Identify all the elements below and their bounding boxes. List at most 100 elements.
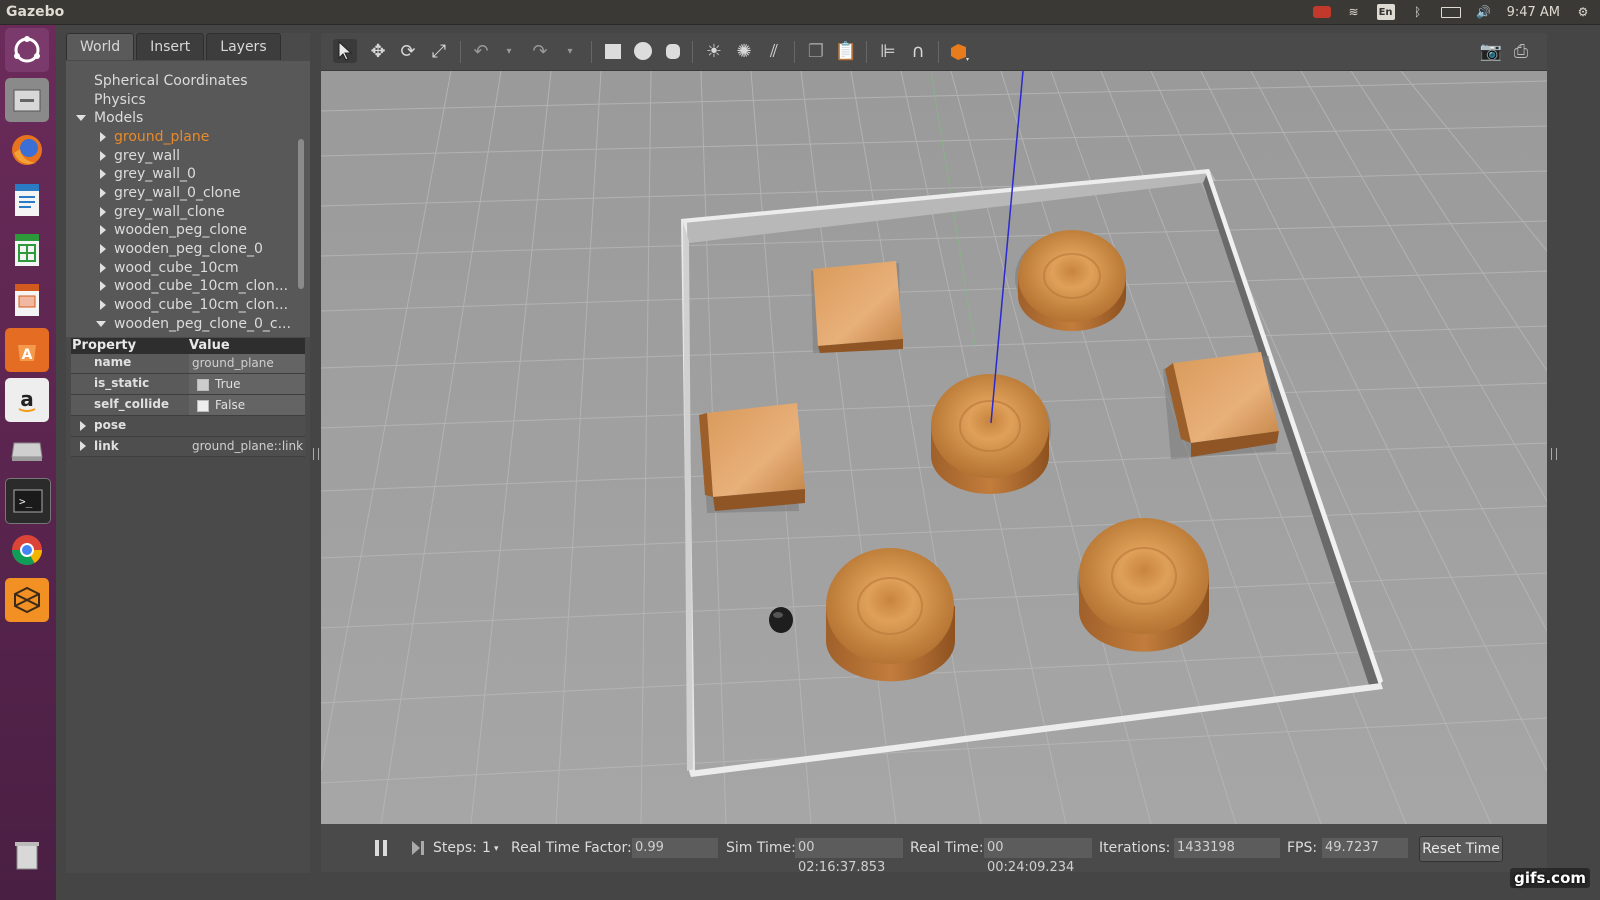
expand-arrow-icon[interactable] <box>100 207 106 217</box>
screenshot-icon[interactable]: 📷 <box>1479 39 1503 63</box>
scale-icon[interactable]: ⤢ <box>427 39 451 63</box>
expand-arrow-icon[interactable] <box>100 263 106 273</box>
tree-item-model[interactable]: wooden_peg_clone <box>100 221 247 239</box>
left-splitter-handle[interactable] <box>313 448 319 460</box>
wooden-peg[interactable] <box>1079 518 1209 652</box>
tree-item-model[interactable]: grey_wall <box>100 147 180 165</box>
wooden-peg[interactable] <box>1018 230 1126 331</box>
prop-value[interactable]: True <box>189 374 305 394</box>
ubuntu-dash-icon[interactable] <box>5 28 49 72</box>
expand-arrow-icon[interactable] <box>76 115 86 121</box>
prop-row-link[interactable]: link ground_plane::link <box>71 437 305 457</box>
bluetooth-icon[interactable]: ᛒ <box>1409 5 1427 19</box>
expand-arrow-icon[interactable] <box>100 244 106 254</box>
prop-row-self-collide[interactable]: self_collide False <box>71 395 305 416</box>
point-light-icon[interactable]: ☀ <box>702 39 726 63</box>
wifi-icon[interactable]: ≋ <box>1345 5 1363 19</box>
scene-render[interactable] <box>321 71 1547 824</box>
select-icon[interactable] <box>333 39 357 63</box>
steps-value[interactable]: 1 <box>482 840 491 856</box>
tree-item-model[interactable]: ground_plane <box>100 128 209 146</box>
checkbox-checked[interactable] <box>197 378 209 391</box>
record-icon[interactable] <box>1312 6 1331 18</box>
spot-light-icon[interactable]: ✺ <box>732 39 756 63</box>
expand-arrow-icon[interactable] <box>100 132 106 142</box>
wooden-peg[interactable] <box>931 374 1049 494</box>
files-icon[interactable] <box>5 78 49 122</box>
prop-value[interactable]: False <box>189 395 305 415</box>
robot[interactable] <box>769 607 793 633</box>
expand-arrow-icon[interactable] <box>100 188 106 198</box>
tree-item-model[interactable]: grey_wall_0_clone <box>100 184 241 202</box>
expand-arrow-icon[interactable] <box>80 421 86 431</box>
translate-icon[interactable]: ✥ <box>366 39 390 63</box>
cylinder-icon[interactable] <box>661 39 685 63</box>
steps-dropdown-icon[interactable]: ▾ <box>494 844 499 854</box>
tree-item-spherical-coordinates[interactable]: Spherical Coordinates <box>94 72 248 90</box>
sphere-icon[interactable] <box>631 39 655 63</box>
tab-layers[interactable]: Layers <box>206 33 281 60</box>
battery-icon[interactable] <box>1440 6 1461 18</box>
align-icon[interactable]: ⊫ <box>876 39 900 63</box>
expand-arrow-icon[interactable] <box>100 169 106 179</box>
world-tree[interactable]: Spherical Coordinates Physics Models gro… <box>66 61 310 337</box>
terminal-icon[interactable]: >_ <box>5 478 51 524</box>
pause-button[interactable] <box>373 838 389 858</box>
scene-viewport[interactable] <box>321 71 1547 824</box>
box-icon[interactable] <box>601 39 625 63</box>
software-center-icon[interactable]: A <box>5 328 49 372</box>
prop-value[interactable]: ground_plane <box>189 354 305 373</box>
settings-gear-icon[interactable]: ⚙ <box>1574 5 1592 19</box>
disk-icon[interactable] <box>5 428 49 472</box>
step-button[interactable] <box>410 838 428 858</box>
checkbox-unchecked[interactable] <box>197 399 209 412</box>
undo-dropdown-icon[interactable]: ▾ <box>497 39 521 63</box>
redo-icon[interactable]: ↷ <box>528 39 552 63</box>
directional-light-icon[interactable]: ⫽ <box>762 39 786 63</box>
tab-insert[interactable]: Insert <box>136 33 205 60</box>
prop-row-name[interactable]: name ground_plane <box>71 354 305 374</box>
wooden-peg[interactable] <box>826 548 955 682</box>
paste-icon[interactable]: 📋 <box>834 39 858 63</box>
tree-item-model[interactable]: grey_wall_0 <box>100 165 196 183</box>
firefox-icon[interactable] <box>5 128 49 172</box>
reset-time-button[interactable]: Reset Time <box>1419 836 1503 862</box>
gazebo-icon[interactable] <box>5 578 49 622</box>
tree-item-model[interactable]: grey_wall_clone <box>100 203 225 221</box>
prop-row-is-static[interactable]: is_static True <box>71 374 305 395</box>
tree-scrollbar[interactable] <box>298 139 304 289</box>
view-angle-icon[interactable] <box>947 39 971 63</box>
writer-icon[interactable] <box>5 178 49 222</box>
chrome-icon[interactable] <box>5 528 49 572</box>
wood-cube[interactable] <box>699 403 805 511</box>
trash-icon[interactable] <box>5 833 49 877</box>
tree-item-model[interactable]: wood_cube_10cm <box>100 259 239 277</box>
expand-arrow-icon[interactable] <box>100 300 106 310</box>
expand-arrow-icon[interactable] <box>100 281 106 291</box>
undo-icon[interactable]: ↶ <box>469 39 493 63</box>
expand-arrow-icon[interactable] <box>96 321 106 327</box>
wood-cube[interactable] <box>813 261 903 353</box>
expand-arrow-icon[interactable] <box>80 441 86 451</box>
calc-icon[interactable] <box>5 228 49 272</box>
copy-icon[interactable]: ❐ <box>804 39 828 63</box>
prop-row-pose[interactable]: pose <box>71 416 305 437</box>
expand-arrow-icon[interactable] <box>100 151 106 161</box>
tab-world[interactable]: World <box>66 33 135 60</box>
amazon-icon[interactable]: a <box>5 378 49 422</box>
right-splitter-handle[interactable] <box>1551 448 1557 460</box>
log-icon[interactable]: ⎙ <box>1509 39 1533 63</box>
tree-item-model[interactable]: wood_cube_10cm_clon... <box>100 296 288 314</box>
rotate-icon[interactable]: ⟳ <box>396 39 420 63</box>
volume-icon[interactable]: 🔊 <box>1475 5 1493 19</box>
clock[interactable]: 9:47 AM <box>1507 5 1560 20</box>
language-indicator[interactable]: En <box>1376 4 1395 20</box>
impress-icon[interactable] <box>5 278 49 322</box>
expand-arrow-icon[interactable] <box>100 225 106 235</box>
tree-item-models[interactable]: Models <box>76 109 143 127</box>
tree-item-model[interactable]: wood_cube_10cm_clon... <box>100 277 288 295</box>
tree-item-physics[interactable]: Physics <box>94 91 146 109</box>
tree-item-model[interactable]: wooden_peg_clone_0_c... <box>96 315 291 333</box>
tree-item-model[interactable]: wooden_peg_clone_0 <box>100 240 263 258</box>
snap-icon[interactable]: ∩ <box>906 39 930 63</box>
